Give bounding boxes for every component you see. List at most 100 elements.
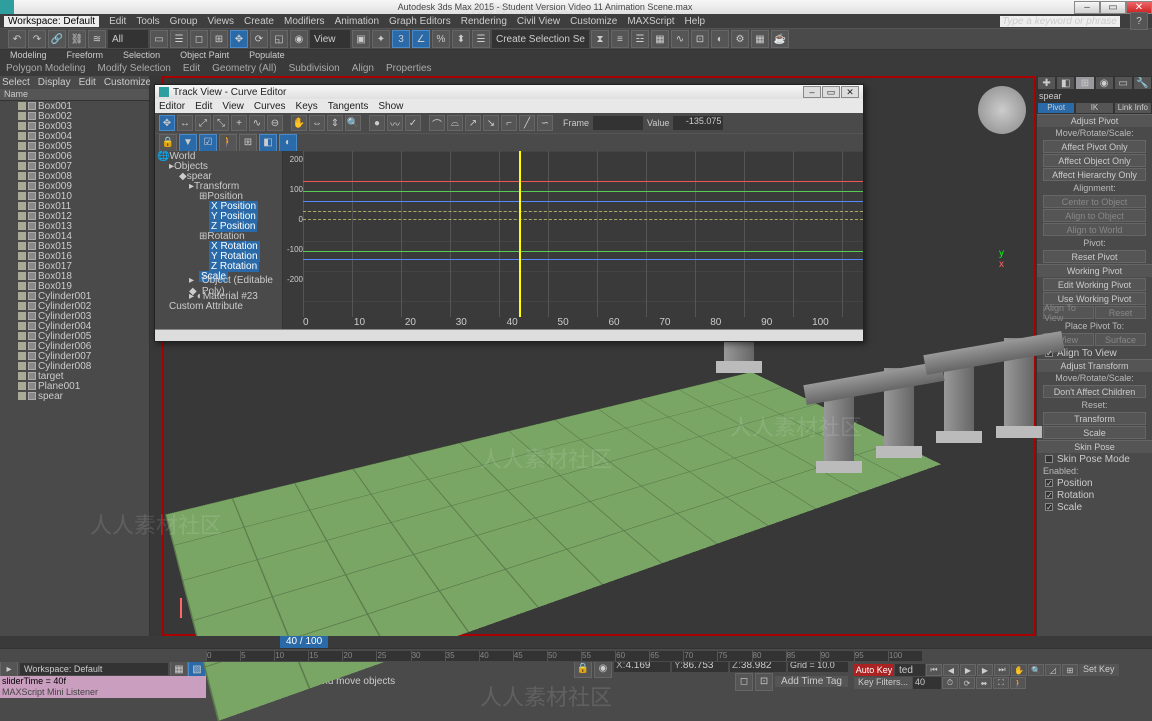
rollout-adjust-transform[interactable]: Adjust Transform (1037, 360, 1152, 372)
visibility-icon[interactable] (18, 342, 26, 350)
panel-tab-utilities-icon[interactable]: 🔧 (1133, 76, 1152, 90)
tv-tangent-smooth-icon[interactable]: ∽ (537, 115, 553, 131)
scene-item[interactable]: Box013 (0, 221, 149, 231)
visibility-icon[interactable] (18, 372, 26, 380)
visibility-icon[interactable] (18, 262, 26, 270)
nav-pan-icon[interactable]: ✋ (1011, 664, 1027, 676)
schematic-icon[interactable]: ⊡ (691, 30, 709, 48)
viewcube[interactable] (978, 86, 1026, 134)
rollout-working-pivot[interactable]: Working Pivot (1037, 265, 1152, 277)
scene-item[interactable]: Cylinder003 (0, 311, 149, 321)
spinner-snap-icon[interactable]: ⬍ (452, 30, 470, 48)
nav-orbit-icon[interactable]: ⟳ (959, 677, 975, 689)
ribbon-sub-polygon[interactable]: Polygon Modeling (0, 63, 92, 76)
affect-pivot-only-button[interactable]: Affect Pivot Only (1043, 140, 1146, 153)
minimize-button[interactable]: ‒ (1074, 1, 1100, 14)
tv-draw-curves-icon[interactable]: ∿ (249, 115, 265, 131)
unlink-icon[interactable]: ⛓ (68, 30, 86, 48)
nav-walk-icon[interactable]: 🚶 (1010, 677, 1026, 689)
manipulate-icon[interactable]: ✦ (372, 30, 390, 48)
tv-pan-icon[interactable]: ✋ (291, 115, 307, 131)
rollout-adjust-pivot[interactable]: Adjust Pivot (1037, 115, 1152, 127)
scene-item[interactable]: Box017 (0, 261, 149, 271)
ribbon-sub-geometry[interactable]: Geometry (All) (206, 63, 282, 76)
align-to-view-checkbox[interactable] (1045, 349, 1053, 357)
visibility-icon[interactable] (18, 392, 26, 400)
se-menu-edit[interactable]: Edit (79, 77, 96, 88)
tv-lock-icon[interactable]: 🔒 (159, 134, 177, 152)
scene-item[interactable]: Box018 (0, 271, 149, 281)
render-setup-icon[interactable]: ⚙ (731, 30, 749, 48)
visibility-icon[interactable] (18, 252, 26, 260)
visibility-icon[interactable] (18, 122, 26, 130)
panel-tab-display-icon[interactable]: ▭ (1114, 76, 1133, 90)
tv-menu-editor[interactable]: Editor (159, 101, 185, 112)
scene-item[interactable]: Box002 (0, 111, 149, 121)
tv-slide-keys-icon[interactable]: ↔ (177, 115, 193, 131)
tv-playhead[interactable] (519, 151, 521, 317)
link-icon[interactable]: 🔗 (48, 30, 66, 48)
time-slider[interactable]: 40 / 100 (0, 636, 1152, 648)
scene-item[interactable]: Box014 (0, 231, 149, 241)
help-icon[interactable]: ? (1130, 12, 1148, 30)
scene-item[interactable]: Box019 (0, 281, 149, 291)
subtab-pivot[interactable]: Pivot (1037, 102, 1075, 114)
visibility-icon[interactable] (18, 212, 26, 220)
tv-curve-area[interactable]: 200 100 0 -100 -200 01020304050607080901… (283, 151, 863, 329)
nav-max-icon[interactable]: ⛶ (993, 677, 1009, 689)
align-icon[interactable]: ≡ (611, 30, 629, 48)
scene-item[interactable]: Box004 (0, 131, 149, 141)
tv-menu-edit[interactable]: Edit (195, 101, 212, 112)
workspace-dropdown[interactable]: Workspace: Default (4, 16, 99, 27)
select-by-name-icon[interactable]: ☰ (170, 30, 188, 48)
tv-zoom-h-icon[interactable]: ⇔ (309, 115, 325, 131)
tv-add-keys-icon[interactable]: + (231, 115, 247, 131)
visibility-icon[interactable] (18, 242, 26, 250)
ribbon-sub-subdivision[interactable]: Subdivision (283, 63, 346, 76)
tv-zoom-v-icon[interactable]: ⇕ (327, 115, 343, 131)
visibility-icon[interactable] (18, 232, 26, 240)
tv-menu-show[interactable]: Show (378, 101, 403, 112)
goto-end-icon[interactable]: ⏭ (994, 664, 1010, 676)
visibility-icon[interactable] (18, 292, 26, 300)
menu-civil-view[interactable]: Civil View (517, 16, 560, 27)
menu-views[interactable]: Views (207, 16, 234, 27)
center-to-object-button[interactable]: Center to Object (1043, 195, 1146, 208)
scene-item[interactable]: Cylinder005 (0, 331, 149, 341)
align-to-object-button[interactable]: Align to Object (1043, 209, 1146, 222)
auto-key-button[interactable]: Auto Key (854, 664, 894, 676)
panel-tab-modify-icon[interactable]: ◧ (1056, 76, 1075, 90)
tv-show-selected-icon[interactable]: ☑ (199, 134, 217, 152)
scene-item[interactable]: Box005 (0, 141, 149, 151)
rectangle-region-icon[interactable]: ◻ (190, 30, 208, 48)
visibility-icon[interactable] (18, 302, 26, 310)
visibility-icon[interactable] (18, 312, 26, 320)
named-selection-dropdown[interactable]: Create Selection Se (492, 30, 589, 48)
tv-reduce-keys-icon[interactable]: ⊖ (267, 115, 283, 131)
ribbon-tab-selection[interactable]: Selection (113, 50, 170, 63)
isolate-icon[interactable]: ◻ (735, 673, 753, 691)
add-time-tag[interactable]: Add Time Tag (775, 676, 848, 687)
visibility-icon[interactable] (18, 322, 26, 330)
tv-tangent-step-icon[interactable]: ⌐ (501, 115, 517, 131)
ribbon-sub-align[interactable]: Align (346, 63, 380, 76)
se-menu-display[interactable]: Display (38, 77, 71, 88)
move-icon[interactable]: ✥ (230, 30, 248, 48)
tv-menu-curves[interactable]: Curves (254, 101, 286, 112)
selection-filter-dropdown[interactable]: All (108, 30, 148, 48)
tv-move-keys-icon[interactable]: ✥ (159, 115, 175, 131)
visibility-icon[interactable] (18, 152, 26, 160)
menu-help[interactable]: Help (685, 16, 706, 27)
layer-icon[interactable]: ☲ (631, 30, 649, 48)
align-to-view-button[interactable]: Align To View (1043, 306, 1094, 319)
ribbon-tab-freeform[interactable]: Freeform (57, 50, 114, 63)
percent-snap-icon[interactable]: % (432, 30, 450, 48)
panel-tab-motion-icon[interactable]: ◉ (1095, 76, 1114, 90)
tv-tangent-auto-icon[interactable]: ⌒ (429, 115, 445, 131)
visibility-icon[interactable] (18, 102, 26, 110)
set-key-button[interactable]: Set Key (1079, 664, 1119, 676)
redo-icon[interactable]: ↷ (28, 30, 46, 48)
tv-minimize-button[interactable]: ‒ (803, 86, 821, 98)
tv-zoom-icon[interactable]: 🔍 (345, 115, 361, 131)
nav-zoom-all-icon[interactable]: ⊞ (1062, 664, 1078, 676)
